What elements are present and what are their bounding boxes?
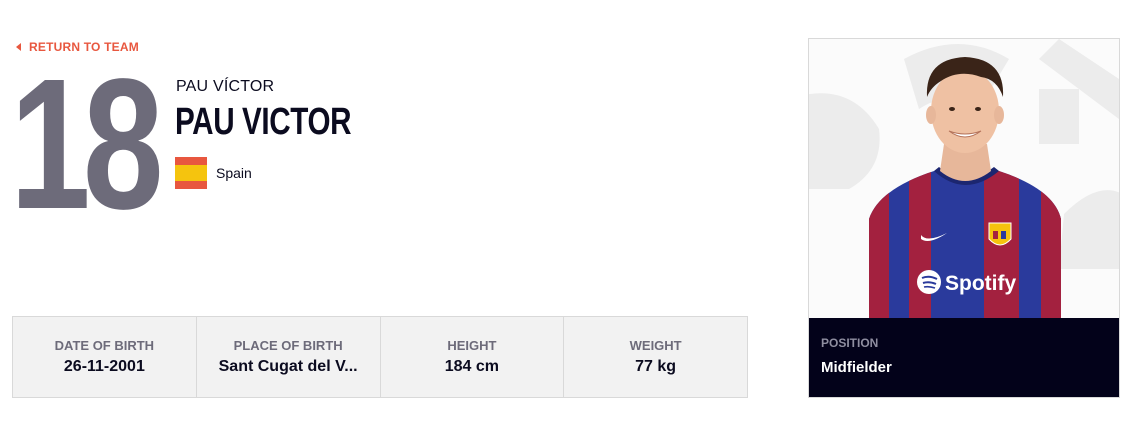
svg-text:Spotify: Spotify [945,272,1016,295]
player-photo: Spotify [809,39,1119,318]
stat-place-of-birth: PLACE OF BIRTH Sant Cugat del V... [197,317,381,397]
spain-flag-icon [175,157,207,189]
player-nickname: PAU VÍCTOR [176,78,275,95]
player-number: 18 [10,41,164,248]
stat-label: PLACE OF BIRTH [233,338,343,353]
position-box: POSITION Midfielder [809,318,1119,397]
stat-value: 184 cm [444,358,499,375]
player-card: Spotify POSITION Midfielder [808,38,1120,398]
stat-height: HEIGHT 184 cm [381,317,565,397]
stat-value: Sant Cugat del V... [218,358,358,375]
position-value: Midfielder [821,359,892,376]
player-photo-illustration: Spotify [809,39,1119,318]
player-full-name: PAU VICTOR [175,101,352,143]
player-nationality: Spain [175,157,252,189]
player-stats-bar: DATE OF BIRTH 26-11-2001 PLACE OF BIRTH … [12,316,748,398]
nationality-label: Spain [216,165,252,181]
stat-weight: WEIGHT 77 kg [564,317,747,397]
stat-value: 77 kg [635,358,677,375]
club-crest-icon [988,222,1012,246]
stat-value: 26-11-2001 [63,358,145,375]
stat-label: WEIGHT [629,338,682,353]
stat-label: DATE OF BIRTH [54,338,155,353]
stat-date-of-birth: DATE OF BIRTH 26-11-2001 [13,317,197,397]
stat-label: HEIGHT [447,338,497,353]
spotify-logo-icon: Spotify [917,270,1016,295]
position-label: POSITION [821,336,879,350]
